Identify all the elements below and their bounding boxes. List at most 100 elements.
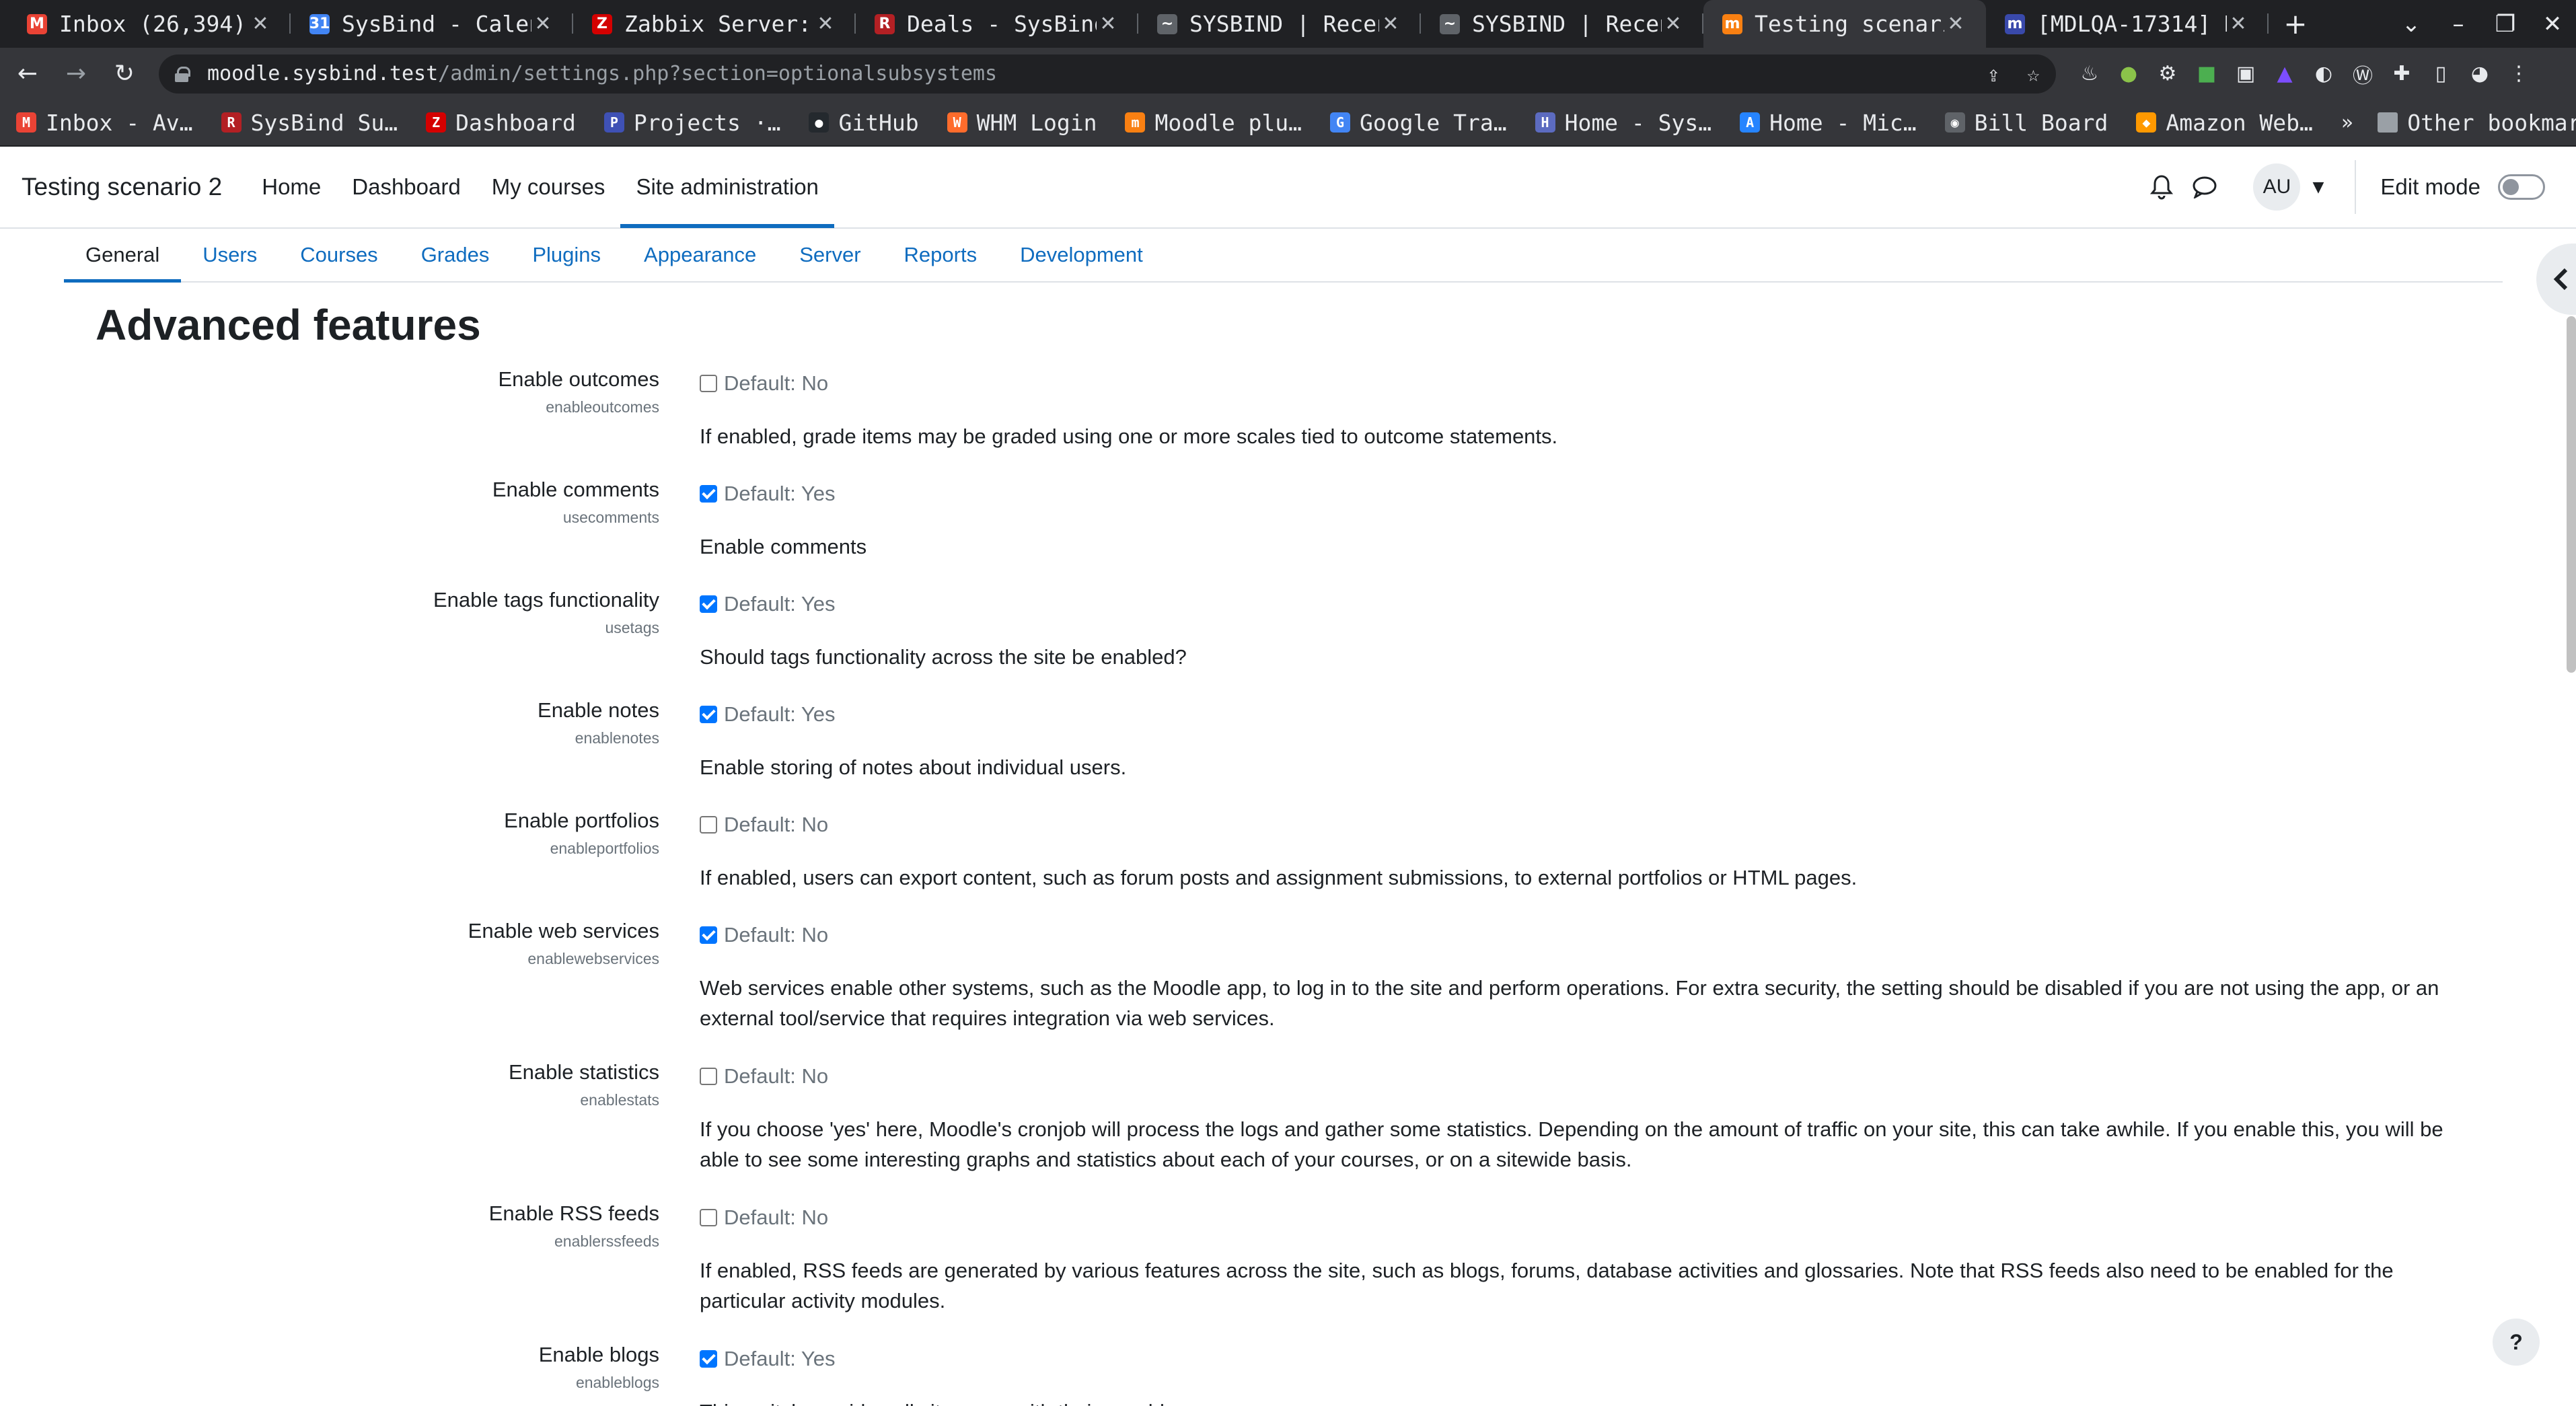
bookmark-item[interactable]: H Home - Sys… <box>1535 110 1712 136</box>
new-tab-button[interactable]: + <box>2269 7 2322 40</box>
reload-icon[interactable]: ↻ <box>104 53 145 95</box>
forward-icon[interactable]: → <box>55 53 97 95</box>
tab-users[interactable]: Users <box>181 229 279 281</box>
whm-icon: W <box>947 112 967 133</box>
bookmark-star-icon[interactable]: ☆ <box>2027 61 2040 87</box>
calendar-icon: 31 <box>309 13 330 34</box>
bookmark-item[interactable]: ● GitHub <box>809 110 919 136</box>
bookmark-item[interactable]: ◆ Amazon Web… <box>2136 110 2313 136</box>
browser-tab[interactable]: ~ SYSBIND | Recent✕ <box>1421 0 1703 48</box>
user-menu-chevron-down-icon[interactable]: ▼ <box>2312 179 2324 196</box>
browser-menu-icon[interactable]: ⋮ <box>2505 61 2532 87</box>
page-scrollbar[interactable] <box>2567 316 2576 673</box>
tab-courses[interactable]: Courses <box>279 229 399 281</box>
other-bookmarks[interactable]: Other bookmarks <box>2378 110 2576 136</box>
tab-reports[interactable]: Reports <box>883 229 999 281</box>
browser-tab[interactable]: 31 SysBind - Calendar✕ <box>291 0 573 48</box>
minimize-icon[interactable]: – <box>2435 11 2482 38</box>
close-tab-icon[interactable]: ✕ <box>1944 12 1967 36</box>
enablerssfeeds-checkbox[interactable] <box>700 1209 717 1226</box>
close-tab-icon[interactable]: ✕ <box>249 12 272 36</box>
help-button[interactable]: ? <box>2493 1319 2540 1366</box>
open-block-drawer-button[interactable] <box>2536 244 2576 315</box>
extensions-area: ♨ ● ⚙ ■ ▣ ▲ ◐ Ⓦ ✚ ▯ ◕ ⋮ <box>2076 61 2532 88</box>
extension-square-icon[interactable]: ■ <box>2193 61 2220 87</box>
primary-nav-dashboard[interactable]: Dashboard <box>336 146 476 228</box>
bookmark-item[interactable]: G Google Tra… <box>1330 110 1507 136</box>
bookmark-item[interactable]: m Moodle plu… <box>1125 110 1302 136</box>
close-tab-icon[interactable]: ✕ <box>2227 12 2250 36</box>
bookmark-item[interactable]: ◉ Bill Board <box>1944 109 2108 136</box>
close-tab-icon[interactable]: ✕ <box>1662 12 1685 36</box>
extensions-puzzle-icon[interactable]: ✚ <box>2388 61 2415 87</box>
bookmark-label: Amazon Web… <box>2166 109 2313 136</box>
extension-w-icon[interactable]: Ⓦ <box>2349 61 2376 88</box>
restore-icon[interactable]: ❐ <box>2482 11 2529 38</box>
setting-name: Enable portfolios <box>504 809 659 832</box>
setting-control: Default: No <box>700 813 828 837</box>
side-panel-icon[interactable]: ▯ <box>2427 61 2454 87</box>
enableportfolios-checkbox[interactable] <box>700 816 717 834</box>
bookmarks-overflow-icon[interactable]: » <box>2341 111 2353 135</box>
browser-tab[interactable]: m Testing scenario✕ <box>1703 0 1986 48</box>
bookmark-item[interactable]: A Home - Mic… <box>1740 110 1917 136</box>
messages-icon[interactable] <box>2191 174 2218 200</box>
address-bar[interactable]: moodle.sysbind.test/admin/settings.php?s… <box>159 54 2056 94</box>
browser-tab[interactable]: m [MDLQA-17314] D ✕ <box>1986 0 2269 48</box>
default-value: Default: No <box>724 1206 829 1229</box>
chevron-left-icon <box>2553 268 2568 291</box>
tab-plugins[interactable]: Plugins <box>511 229 622 281</box>
close-tab-icon[interactable]: ✕ <box>814 12 837 36</box>
tab-development[interactable]: Development <box>998 229 1165 281</box>
user-avatar[interactable]: AU <box>2253 163 2301 211</box>
tab-grades[interactable]: Grades <box>400 229 511 281</box>
share-icon[interactable]: ⇪ <box>1987 61 1999 87</box>
extension-jb-icon[interactable]: ▣ <box>2232 61 2259 87</box>
bookmark-item[interactable]: Z Dashboard <box>426 110 576 136</box>
setting-name: Enable tags functionality <box>433 588 659 612</box>
bookmark-item[interactable]: P Projects ·… <box>603 110 780 136</box>
primary-nav-site-administration[interactable]: Site administration <box>620 146 835 228</box>
close-tab-icon[interactable]: ✕ <box>1379 12 1402 36</box>
close-tab-icon[interactable]: ✕ <box>531 12 554 36</box>
setting-name: Enable outcomes <box>498 367 659 391</box>
tab-server[interactable]: Server <box>778 229 882 281</box>
confluence-icon: H <box>1535 112 1555 133</box>
extension-triangle-icon[interactable]: ▲ <box>2271 61 2298 87</box>
tab-appearance[interactable]: Appearance <box>622 229 778 281</box>
usecomments-checkbox[interactable] <box>700 485 717 503</box>
tab-search-icon[interactable]: ⌄ <box>2388 11 2435 38</box>
site-name[interactable]: Testing scenario 2 <box>22 173 222 201</box>
back-icon[interactable]: ← <box>7 53 48 95</box>
bookmark-item[interactable]: W WHM Login <box>947 110 1097 136</box>
enableblogs-checkbox[interactable] <box>700 1350 717 1368</box>
enablenotes-checkbox[interactable] <box>700 706 717 723</box>
browser-tab[interactable]: R Deals - SysBind ✕ <box>856 0 1138 48</box>
browser-tab-strip: MInbox (26,394)✕31SysBind - Calendar✕ZZa… <box>0 0 2576 48</box>
bookmark-label: Home - Mic… <box>1769 109 1917 136</box>
close-tab-icon[interactable]: ✕ <box>1097 12 1119 36</box>
extension-shield-icon[interactable]: ◐ <box>2310 61 2337 87</box>
primary-nav-my-courses[interactable]: My courses <box>476 146 621 228</box>
bookmark-item[interactable]: M Inbox - Av… <box>16 110 193 136</box>
usetags-checkbox[interactable] <box>700 595 717 613</box>
extension-gear-icon[interactable]: ⚙ <box>2154 61 2181 87</box>
browser-tab[interactable]: Z Zabbix Server: ✕ <box>573 0 856 48</box>
edit-mode-toggle[interactable] <box>2498 174 2545 200</box>
bookmark-item[interactable]: R SysBind Su… <box>221 110 398 136</box>
primary-nav-home[interactable]: Home <box>246 146 336 228</box>
lock-icon[interactable] <box>175 66 190 82</box>
bookmark-label: Bill Board <box>1974 109 2108 136</box>
setting-control: Default: Yes <box>700 482 835 506</box>
extension-green-icon[interactable]: ● <box>2115 61 2142 87</box>
tab-general[interactable]: General <box>64 229 182 283</box>
browser-tab[interactable]: ~ SYSBIND | Recent✕ <box>1138 0 1421 48</box>
close-window-icon[interactable]: ✕ <box>2529 11 2576 38</box>
enablestats-checkbox[interactable] <box>700 1068 717 1085</box>
enablewebservices-checkbox[interactable] <box>700 926 717 944</box>
profile-avatar-icon[interactable]: ◕ <box>2466 61 2493 87</box>
notifications-bell-icon[interactable] <box>2148 174 2175 200</box>
enableoutcomes-checkbox[interactable] <box>700 375 717 392</box>
extension-flame-icon[interactable]: ♨ <box>2076 61 2103 87</box>
browser-tab[interactable]: M Inbox (26,394) ✕ <box>8 0 291 48</box>
